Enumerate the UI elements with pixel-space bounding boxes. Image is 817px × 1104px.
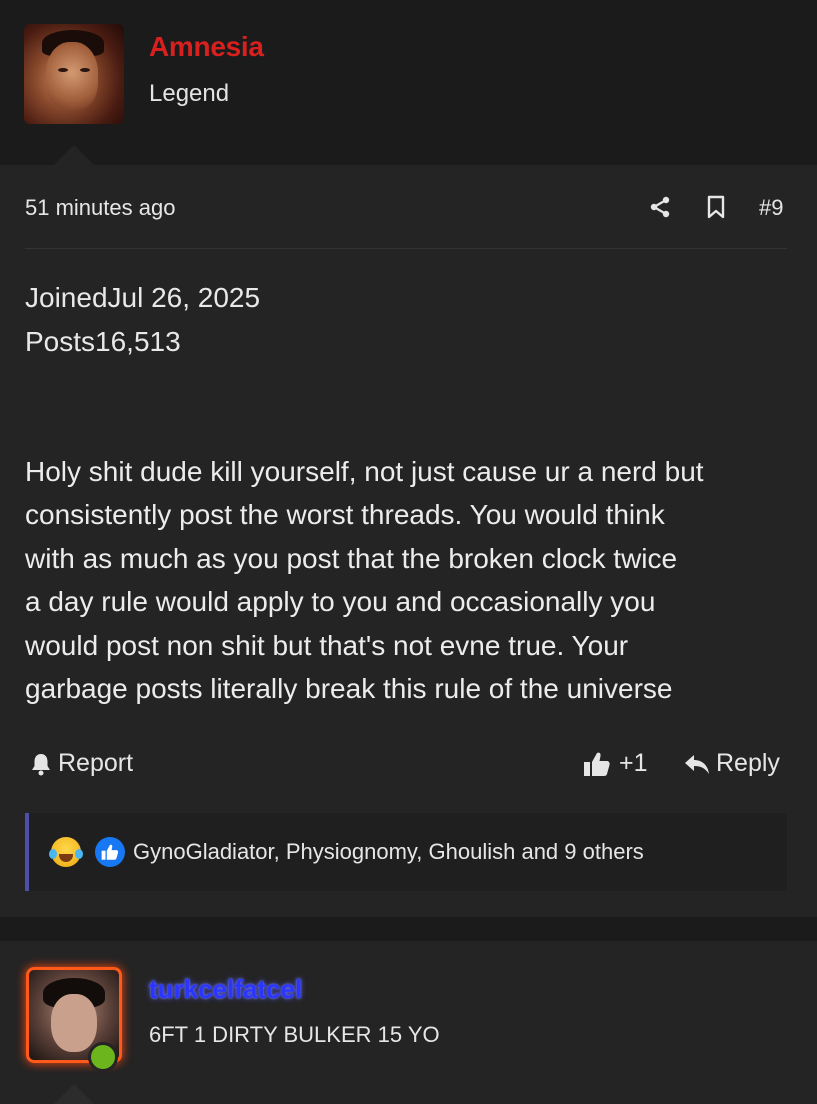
joined-date: JoinedJul 26, 2025 xyxy=(25,282,261,313)
avatar-eye xyxy=(80,68,90,72)
emoji-mouth xyxy=(59,854,73,862)
author-username[interactable]: Amnesia xyxy=(149,31,264,63)
reply-button[interactable]: Reply xyxy=(684,749,780,778)
bell-icon xyxy=(32,753,50,775)
post-card: 51 minutes ago #9 JoinedJul 26, 2025 Pos… xyxy=(0,165,817,917)
online-status-indicator xyxy=(88,1042,118,1072)
thumbs-up-glyph xyxy=(101,844,119,860)
post-timestamp[interactable]: 51 minutes ago xyxy=(25,195,175,221)
like-button[interactable]: +1 xyxy=(583,749,648,778)
author-user-title: Legend xyxy=(149,80,230,107)
reactions-list[interactable]: GynoGladiator, Physiognomy, Ghoulish and… xyxy=(133,839,644,865)
post-pointer-notch xyxy=(54,1084,94,1104)
post-number-link[interactable]: #9 xyxy=(759,195,783,221)
avatar-face xyxy=(51,994,97,1052)
post-header-divider xyxy=(25,248,787,249)
post-body-text: Holy shit dude kill yourself, not just c… xyxy=(25,456,704,705)
bookmark-icon[interactable] xyxy=(706,195,726,219)
post-author-header: Amnesia Legend xyxy=(0,0,817,165)
thumbs-up-reaction-icon xyxy=(95,837,125,867)
post-pointer-notch xyxy=(54,145,94,165)
post-count: Posts16,513 xyxy=(25,326,181,357)
reactions-bar[interactable]: GynoGladiator, Physiognomy, Ghoulish and… xyxy=(25,813,787,891)
next-author-user-title: 6FT 1 DIRTY BULKER 15 YO xyxy=(149,1022,440,1047)
next-post-author-header: turkcelfatcel 6FT 1 DIRTY BULKER 15 YO xyxy=(0,941,817,1104)
laughing-crying-emoji-icon xyxy=(49,837,83,867)
tear-drop xyxy=(49,849,57,859)
like-count: +1 xyxy=(619,749,648,777)
reply-icon xyxy=(685,754,709,774)
reply-label: Reply xyxy=(716,749,780,777)
tear-drop xyxy=(75,849,83,859)
author-avatar[interactable] xyxy=(24,24,124,124)
post-separator xyxy=(0,917,817,941)
report-button[interactable]: Report xyxy=(30,749,133,778)
share-icon[interactable] xyxy=(648,195,672,219)
avatar-face xyxy=(46,42,98,110)
next-author-username[interactable]: turkcelfatcel xyxy=(149,974,302,1005)
avatar-eye xyxy=(58,68,68,72)
report-label: Report xyxy=(58,749,134,777)
thumbs-up-icon xyxy=(584,752,610,776)
